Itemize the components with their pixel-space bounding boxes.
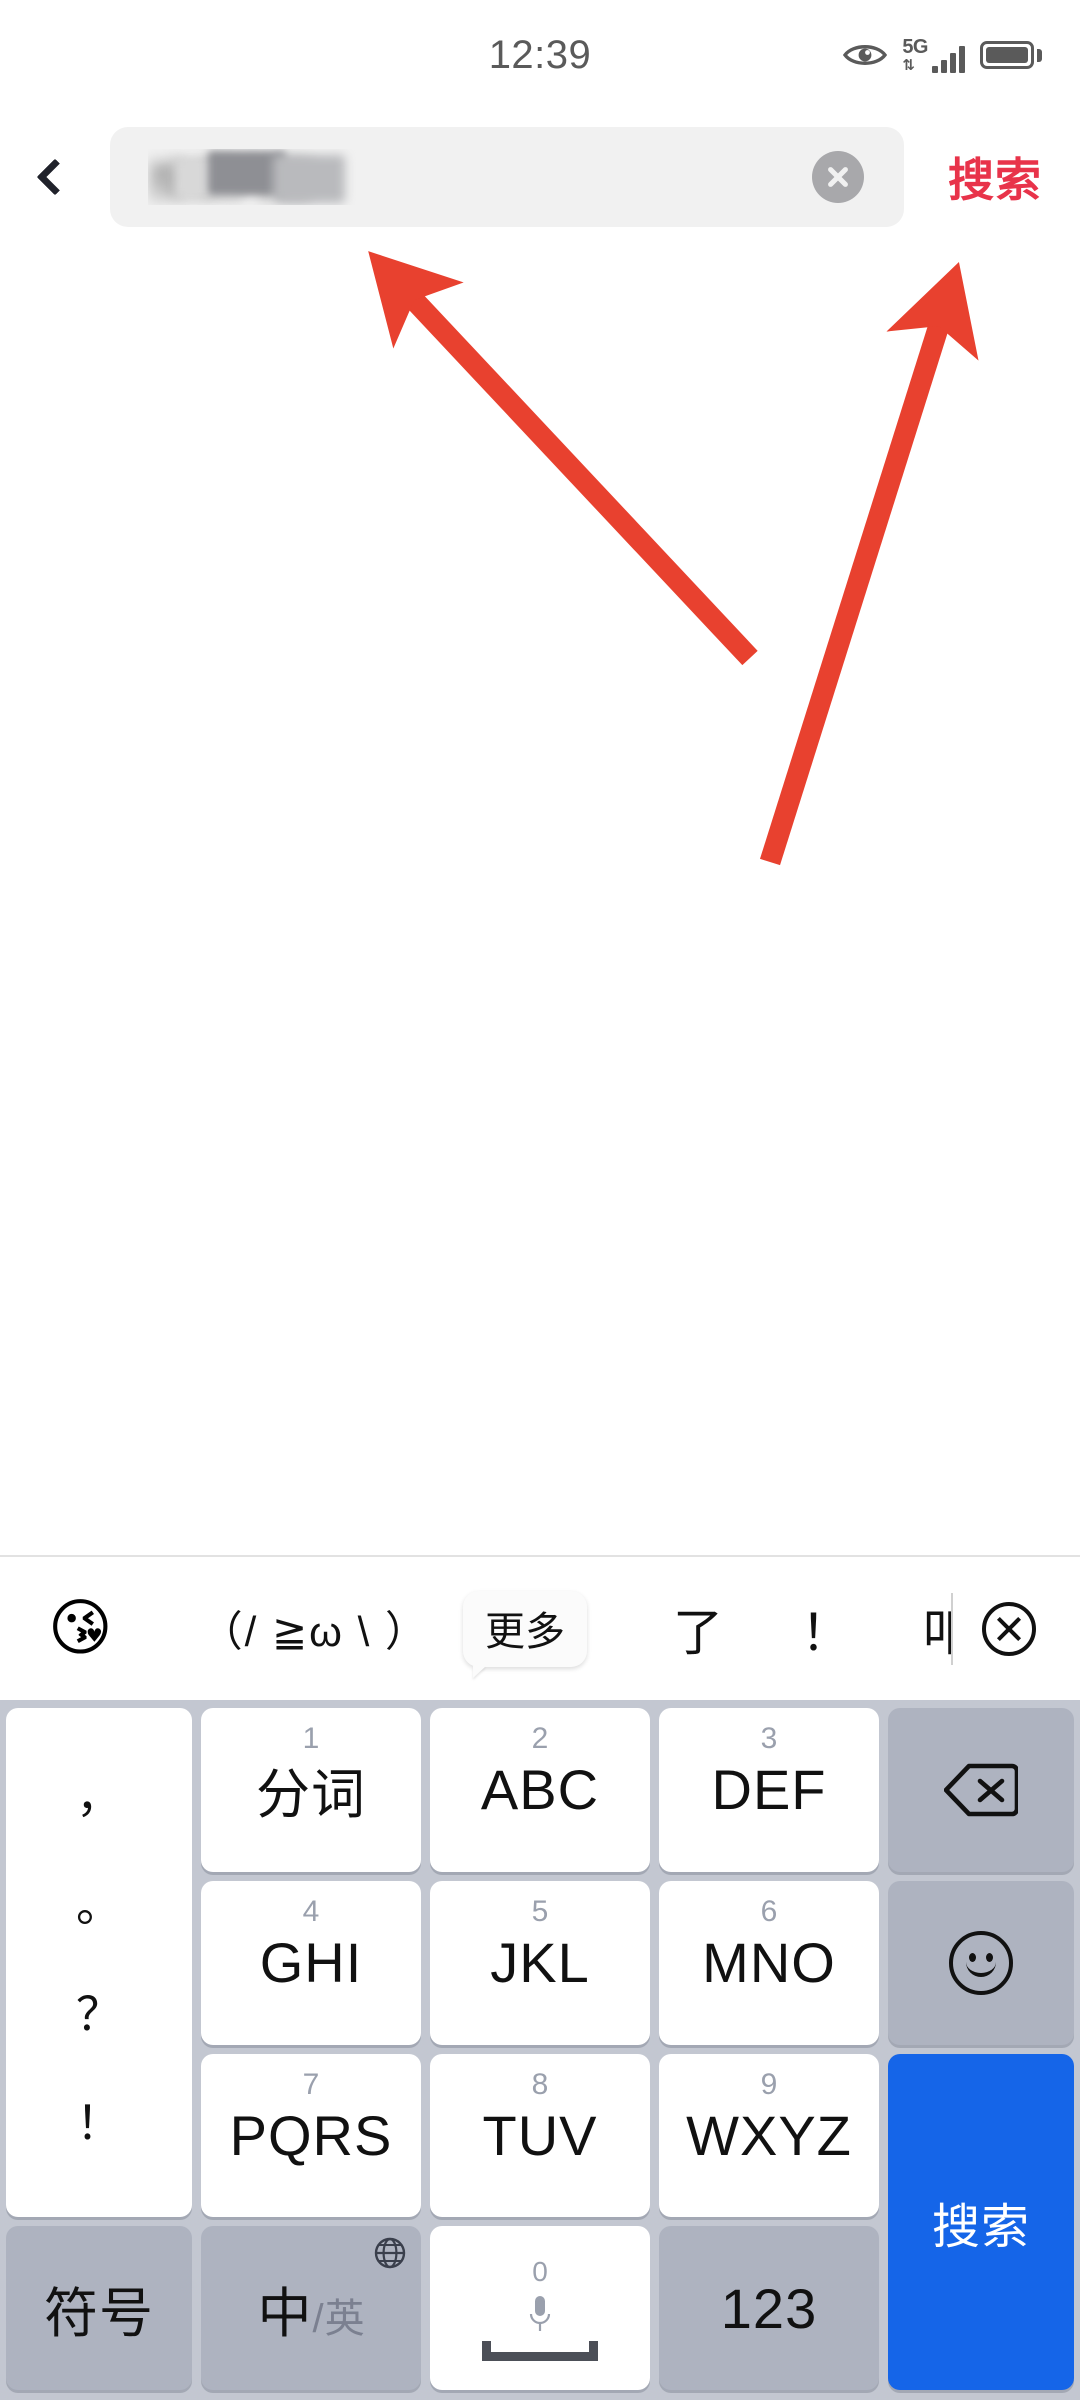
language-toggle-key[interactable]: 中 / 英 (201, 2226, 421, 2390)
close-candidates-icon[interactable] (982, 1601, 1036, 1656)
key-2-number: 2 (531, 1722, 549, 1755)
battery-icon (980, 41, 1042, 69)
key-8[interactable]: 8 TUV (430, 2053, 650, 2218)
symbol-key-label: 符号 (44, 2283, 154, 2344)
key-6-number: 6 (760, 1894, 778, 1928)
arrow-to-search-button (759, 261, 979, 866)
key-1-label: 分词 (256, 1765, 366, 1826)
numeric-key[interactable]: 123 (659, 2226, 879, 2390)
more-candidates-button[interactable]: 更多 (462, 1590, 587, 1667)
globe-icon (373, 2236, 407, 2270)
arrow-to-search-input (368, 251, 758, 666)
chevron-left-icon (36, 158, 74, 196)
candidate-item[interactable]: 叩 (923, 1592, 953, 1665)
5g-signal-icon: 5G ⇅ (902, 37, 965, 73)
network-type-label: 5G (902, 36, 928, 58)
key-4[interactable]: 4 GHI (201, 1880, 421, 2045)
backspace-icon (943, 1763, 1020, 1817)
punct-comma: ， (76, 1770, 122, 1823)
search-input[interactable]: 搜索内容 (110, 127, 904, 227)
candidate-bar: 😘 （/ ≧ω \ ） 更多 了 ！ 叩 (0, 1555, 1080, 1700)
space-key-number: 0 (532, 2255, 548, 2287)
candidate-item[interactable]: ！ (801, 1593, 851, 1665)
emoji-key[interactable] (888, 1880, 1074, 2045)
key-9-label: WXYZ (686, 2103, 852, 2167)
language-zh-label: 中 (257, 2283, 312, 2344)
search-action-button[interactable]: 搜索 (910, 122, 1080, 232)
key-3[interactable]: 3 DEF (659, 1708, 879, 1872)
emoji-candidate[interactable]: 😘 (48, 1597, 113, 1660)
key-8-number: 8 (531, 2067, 549, 2101)
key-7[interactable]: 7 PQRS (201, 2053, 421, 2218)
symbol-key[interactable]: 符号 (6, 2226, 192, 2390)
redaction-block (273, 155, 345, 203)
back-button[interactable] (0, 122, 110, 232)
search-input-value-wrap: 搜索内容 (148, 149, 812, 205)
punct-period: 。 (76, 1879, 122, 1932)
keyboard-search-key-label: 搜索 (931, 2200, 1030, 2254)
key-2[interactable]: 2 ABC (430, 1708, 650, 1872)
space-key[interactable]: 0 (430, 2226, 650, 2390)
punct-question: ？ (76, 1988, 122, 2041)
key-8-label: TUV (482, 2103, 598, 2167)
numeric-key-label: 123 (720, 2276, 818, 2340)
key-3-label: DEF (711, 1758, 827, 1822)
key-1[interactable]: 1 分词 (201, 1708, 421, 1872)
key-4-label: GHI (259, 1931, 363, 1995)
key-2-label: ABC (480, 1758, 600, 1822)
language-en-label: 英 (324, 2296, 365, 2341)
keyboard: 😘 （/ ≧ω \ ） 更多 了 ！ 叩 ， 。 ？ ！ 1 分词 2 (0, 1555, 1080, 2400)
phone-screen: 12:39 5G ⇅ 搜索 😘 （/ ≧ω \ ） 更多 了 ！ ， 。 ？ ！… (0, 0, 1080, 2400)
punct-exclaim: ！ (76, 2096, 122, 2149)
key-1-number: 1 (302, 1722, 320, 1755)
eye-icon (843, 42, 888, 68)
status-time: 12:39 (488, 32, 592, 77)
key-6-label: MNO (702, 1931, 836, 1995)
language-separator: / (312, 2296, 324, 2341)
key-3-number: 3 (760, 1722, 778, 1755)
space-bar-indicator (482, 2340, 598, 2361)
key-5-label: JKL (490, 1931, 590, 1995)
smiley-icon (949, 1930, 1013, 1995)
backspace-key[interactable] (888, 1708, 1074, 1872)
signal-bars-icon (932, 43, 965, 73)
microphone-icon (529, 2295, 551, 2336)
key-5-number: 5 (531, 1894, 549, 1928)
key-5[interactable]: 5 JKL (430, 1880, 650, 2045)
candidate-item[interactable]: 了 (673, 1593, 723, 1665)
keyboard-grid: ， 。 ？ ！ 1 分词 2 ABC 3 DEF 4 GHI 5 JKL 6 M… (0, 1700, 1080, 2400)
key-7-number: 7 (302, 2067, 320, 2101)
keyboard-search-key[interactable]: 搜索 (888, 2053, 1074, 2390)
key-6[interactable]: 6 MNO (659, 1880, 879, 2045)
status-icons: 5G ⇅ (843, 37, 1042, 73)
key-9[interactable]: 9 WXYZ (659, 2053, 879, 2218)
status-bar: 12:39 5G ⇅ (0, 0, 1080, 110)
network-traffic-icon: ⇅ (902, 57, 915, 74)
kaomoji-candidate[interactable]: （/ ≧ω \ ） (201, 1598, 429, 1659)
key-7-label: PQRS (229, 2103, 393, 2167)
key-9-number: 9 (760, 2067, 778, 2101)
punctuation-key[interactable]: ， 。 ？ ！ (6, 1708, 192, 2218)
clear-input-button[interactable] (812, 151, 864, 203)
language-toggle-label: 中 / 英 (257, 2269, 364, 2348)
search-header: 搜索内容 搜索 (0, 122, 1080, 232)
key-4-number: 4 (302, 1894, 320, 1928)
